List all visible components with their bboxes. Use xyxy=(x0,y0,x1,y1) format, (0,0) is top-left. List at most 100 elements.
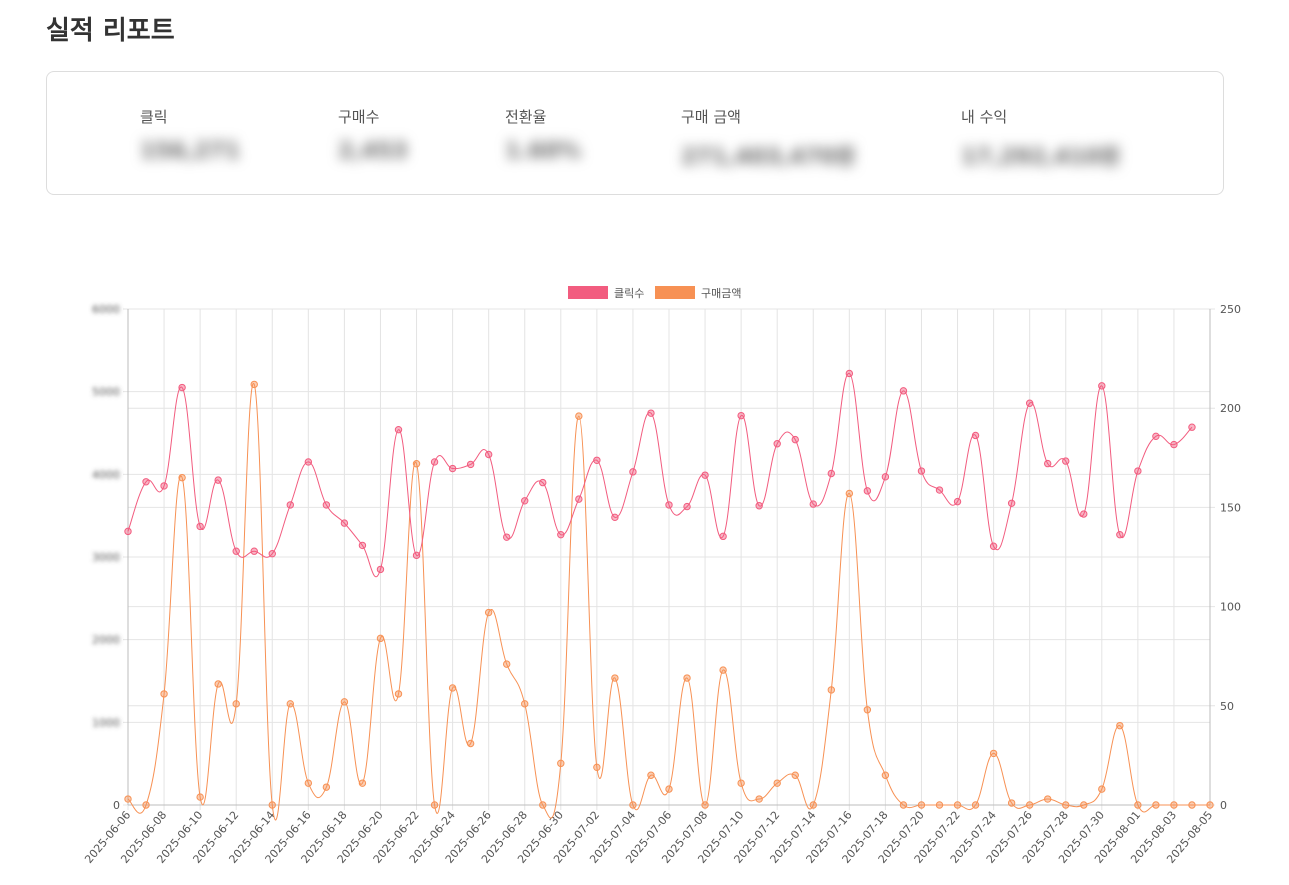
point-clicks xyxy=(430,458,439,466)
point-clicks xyxy=(1062,457,1070,465)
point-clicks xyxy=(304,458,313,466)
point-amount xyxy=(484,608,493,617)
point-amount xyxy=(755,795,763,803)
point-clicks xyxy=(1025,399,1034,407)
legend-label-amount: 구매금액 xyxy=(701,287,741,300)
point-amount xyxy=(1116,721,1124,730)
point-clicks xyxy=(575,495,583,503)
point-clicks xyxy=(376,565,385,574)
point-clicks xyxy=(178,383,186,392)
point-clicks xyxy=(340,519,349,527)
y-left-tick-label: 1000 xyxy=(92,716,120,729)
point-clicks xyxy=(160,482,168,490)
point-clicks xyxy=(484,450,493,459)
point-amount xyxy=(863,706,872,714)
point-amount xyxy=(809,801,817,809)
point-clicks xyxy=(322,501,331,509)
point-clicks xyxy=(701,471,709,479)
legend-label-clicks: 클릭수 xyxy=(614,287,644,300)
point-clicks xyxy=(1007,499,1016,507)
y-right-tick-label: 200 xyxy=(1220,402,1241,415)
point-clicks xyxy=(665,501,673,509)
point-amount xyxy=(250,380,258,389)
point-clicks xyxy=(214,476,222,484)
point-amount xyxy=(412,460,421,468)
point-clicks xyxy=(827,469,835,478)
point-amount xyxy=(521,700,529,708)
point-clicks xyxy=(971,431,980,440)
y-right-tick-label: 50 xyxy=(1220,700,1234,713)
point-amount xyxy=(160,690,168,698)
point-amount xyxy=(917,801,926,809)
point-amount xyxy=(124,795,132,803)
point-amount xyxy=(1188,801,1196,809)
point-amount xyxy=(232,700,240,708)
point-amount xyxy=(773,779,781,787)
point-clicks xyxy=(899,387,908,395)
point-clicks xyxy=(773,440,781,448)
point-amount xyxy=(611,674,619,682)
point-amount xyxy=(214,680,222,688)
point-clicks xyxy=(232,547,240,555)
point-clicks xyxy=(1116,530,1124,539)
point-clicks xyxy=(755,502,763,510)
point-amount xyxy=(1206,801,1214,809)
point-amount xyxy=(1044,795,1052,803)
point-clicks xyxy=(647,409,655,417)
point-clicks xyxy=(539,478,547,487)
y-right-tick-label: 0 xyxy=(1220,799,1227,812)
point-amount xyxy=(142,801,150,809)
y-left-tick-label: 4000 xyxy=(92,468,120,481)
point-amount xyxy=(629,801,637,809)
point-clicks xyxy=(791,435,799,444)
point-amount xyxy=(340,698,349,706)
point-clicks xyxy=(809,500,817,508)
point-clicks xyxy=(448,464,457,473)
point-clicks xyxy=(989,542,998,550)
point-amount xyxy=(1170,801,1178,809)
point-clicks xyxy=(737,411,745,420)
point-clicks xyxy=(521,497,529,505)
point-amount xyxy=(1062,801,1070,809)
point-clicks xyxy=(881,473,890,481)
point-amount xyxy=(1007,799,1016,807)
point-clicks xyxy=(503,533,511,541)
performance-chart: 0 1000 2000 3000 4000 5000 6000 0 50 100 150 200 250… xyxy=(82,286,1241,866)
point-amount xyxy=(394,690,403,698)
y-left-tick-label: 0 xyxy=(113,799,120,812)
point-clicks xyxy=(124,527,132,536)
point-clicks xyxy=(557,530,565,539)
point-amount xyxy=(647,771,655,779)
point-clicks xyxy=(719,532,727,541)
point-amount xyxy=(737,779,745,787)
point-amount xyxy=(989,749,998,758)
point-amount xyxy=(178,473,186,482)
point-amount xyxy=(845,489,854,498)
point-amount xyxy=(503,660,511,668)
point-amount xyxy=(466,739,475,748)
point-amount xyxy=(719,666,727,674)
point-amount xyxy=(665,785,673,793)
point-amount xyxy=(268,801,276,809)
point-clicks xyxy=(1188,423,1196,431)
point-clicks xyxy=(358,541,367,550)
point-amount xyxy=(827,686,835,694)
y-right-tick-label: 150 xyxy=(1220,501,1241,514)
chart-grid xyxy=(123,308,1215,810)
point-amount xyxy=(953,801,962,809)
point-amount xyxy=(322,783,331,791)
point-amount xyxy=(935,801,944,809)
point-clicks xyxy=(845,369,854,378)
y-right-tick-label: 100 xyxy=(1220,601,1241,614)
y-left-tick-label: 5000 xyxy=(92,386,120,399)
point-amount xyxy=(575,412,583,420)
point-clicks xyxy=(268,549,276,558)
point-amount xyxy=(1025,801,1034,809)
point-amount xyxy=(971,801,980,809)
point-amount xyxy=(1098,785,1106,793)
point-clicks xyxy=(1152,432,1160,441)
point-amount xyxy=(1134,801,1142,809)
point-amount xyxy=(899,801,908,809)
point-clicks xyxy=(629,468,637,476)
point-clicks xyxy=(611,513,619,522)
